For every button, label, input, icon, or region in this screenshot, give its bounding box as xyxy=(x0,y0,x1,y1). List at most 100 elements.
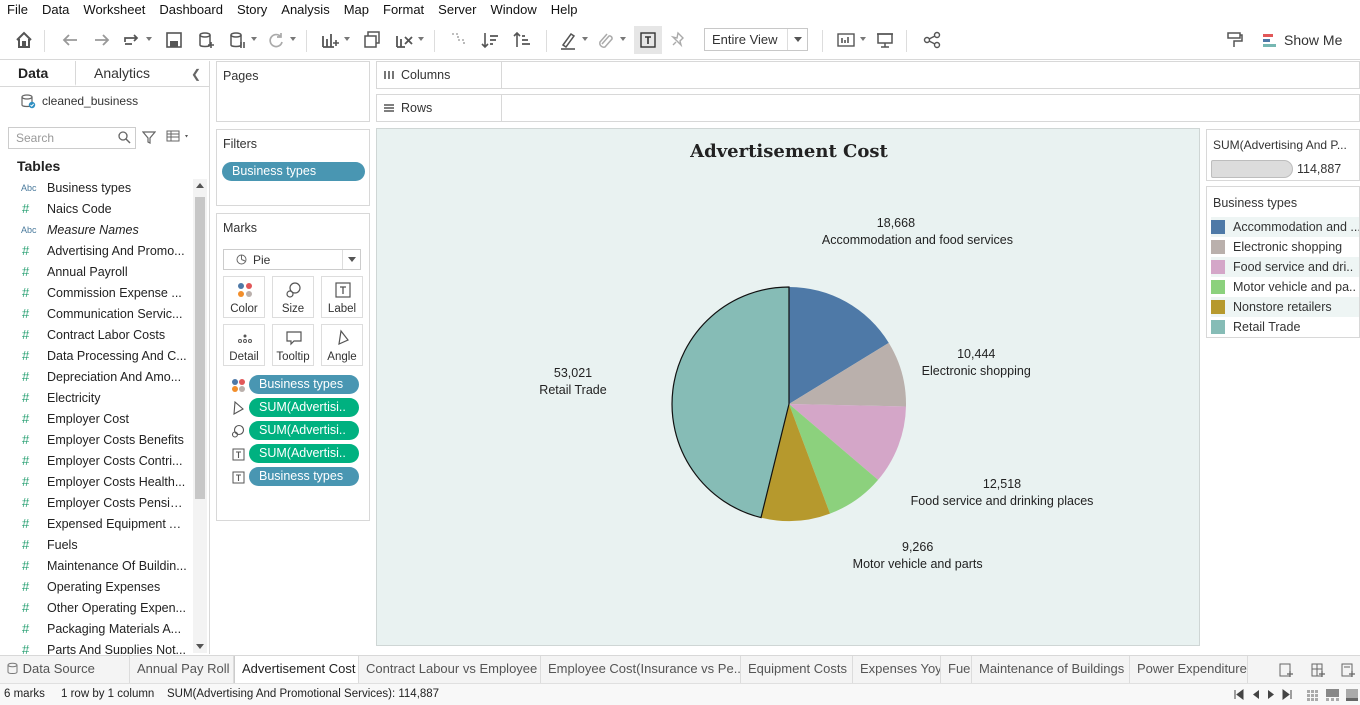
menu-item-story[interactable]: Story xyxy=(230,0,274,20)
field-item[interactable]: # Employer Cost xyxy=(0,408,193,429)
filters-card[interactable]: Filters Business types xyxy=(216,129,370,206)
field-item[interactable]: # Naics Code xyxy=(0,198,193,219)
home-icon[interactable] xyxy=(12,28,36,52)
filter-pill-business-types[interactable]: Business types xyxy=(222,162,365,181)
share-icon[interactable] xyxy=(920,28,944,52)
redo-icon[interactable] xyxy=(90,28,114,52)
pages-card[interactable]: Pages xyxy=(216,61,370,122)
field-item[interactable]: Abc Measure Names xyxy=(0,219,193,240)
sheet-tab[interactable]: Contract Labour vs Employee xyxy=(359,656,541,683)
swap-icon[interactable] xyxy=(446,28,470,52)
color-legend[interactable]: Business types Accommodation and ... Elec… xyxy=(1206,186,1360,338)
field-item[interactable]: # Data Processing And C... xyxy=(0,345,193,366)
last-sheet-icon[interactable] xyxy=(1282,689,1292,700)
menu-item-dashboard[interactable]: Dashboard xyxy=(152,0,230,20)
field-item[interactable]: # Commission Expense ... xyxy=(0,282,193,303)
rows-shelf[interactable]: Rows xyxy=(376,94,1360,122)
pause-updates-icon[interactable] xyxy=(225,28,257,52)
presentation-icon[interactable] xyxy=(873,28,897,52)
menu-item-file[interactable]: File xyxy=(0,0,35,20)
field-item[interactable]: # Other Operating Expen... xyxy=(0,597,193,618)
angle-button[interactable]: Angle xyxy=(321,324,363,366)
field-item[interactable]: # Fuels xyxy=(0,534,193,555)
tab-data-source[interactable]: Data Source xyxy=(0,656,130,683)
next-sheet-icon[interactable] xyxy=(1266,689,1276,700)
new-worksheet-icon[interactable] xyxy=(1276,660,1296,680)
filter-icon[interactable] xyxy=(142,130,156,144)
legend-item[interactable]: Food service and dri.. xyxy=(1211,257,1359,277)
sort-ascending-icon[interactable] xyxy=(478,28,502,52)
menu-item-data[interactable]: Data xyxy=(35,0,76,20)
field-item[interactable]: # Contract Labor Costs xyxy=(0,324,193,345)
legend-item[interactable]: Motor vehicle and pa.. xyxy=(1211,277,1359,297)
sheet-tab[interactable]: Equipment Costs xyxy=(741,656,853,683)
legend-item[interactable]: Nonstore retailers xyxy=(1211,297,1359,317)
field-item[interactable]: # Employer Costs Benefits xyxy=(0,429,193,450)
sheet-tab[interactable]: Expenses Yoy xyxy=(853,656,941,683)
new-worksheet-icon[interactable] xyxy=(318,28,350,52)
prev-sheet-icon[interactable] xyxy=(1251,689,1261,700)
view-data-icon[interactable] xyxy=(166,130,190,142)
collapse-pane-icon[interactable]: ❮ xyxy=(191,67,201,81)
field-list-scrollbar[interactable] xyxy=(193,179,207,653)
tab-analytics[interactable]: Analytics xyxy=(76,61,168,86)
group-icon[interactable] xyxy=(594,28,626,52)
sort-descending-icon[interactable] xyxy=(510,28,534,52)
color-button[interactable]: Color xyxy=(223,276,265,318)
new-dashboard-icon[interactable] xyxy=(1308,660,1328,680)
replay-icon[interactable] xyxy=(120,28,152,52)
legend-item[interactable]: Retail Trade xyxy=(1211,317,1359,337)
field-item[interactable]: # Advertising And Promo... xyxy=(0,240,193,261)
mark-type-dropdown[interactable]: Pie xyxy=(223,249,361,270)
field-item[interactable]: # Employer Costs Contri... xyxy=(0,450,193,471)
field-item[interactable]: # Electricity xyxy=(0,387,193,408)
menu-item-map[interactable]: Map xyxy=(337,0,376,20)
field-item[interactable]: # Operating Expenses xyxy=(0,576,193,597)
search-input[interactable]: Search xyxy=(8,127,136,149)
menu-item-analysis[interactable]: Analysis xyxy=(274,0,336,20)
legend-item[interactable]: Electronic shopping xyxy=(1211,237,1359,257)
save-icon[interactable] xyxy=(162,28,186,52)
size-legend[interactable]: SUM(Advertising And P... 114,887 xyxy=(1206,129,1360,181)
menu-item-server[interactable]: Server xyxy=(431,0,483,20)
size-button[interactable]: Size xyxy=(272,276,314,318)
tab-data[interactable]: Data xyxy=(0,61,76,86)
legend-item[interactable]: Accommodation and ... xyxy=(1211,217,1359,237)
viz-area[interactable]: Advertisement Cost 18,668 Accommodation a… xyxy=(376,128,1200,646)
columns-shelf[interactable]: Columns xyxy=(376,61,1360,89)
field-item[interactable]: # Employer Costs Pensio... xyxy=(0,492,193,513)
fix-axes-icon[interactable] xyxy=(666,28,690,52)
highlight-icon[interactable] xyxy=(556,28,588,52)
menu-item-worksheet[interactable]: Worksheet xyxy=(76,0,152,20)
show-labels-icon[interactable] xyxy=(634,26,662,54)
marks-pill-business-types-color[interactable]: Business types xyxy=(249,375,359,394)
sheet-tab[interactable]: Fuel xyxy=(941,656,972,683)
field-item[interactable]: # Parts And Supplies Not... xyxy=(0,639,193,654)
field-item[interactable]: # Employer Costs Health... xyxy=(0,471,193,492)
detail-button[interactable]: Detail xyxy=(223,324,265,366)
sheet-tab[interactable]: Advertisement Cost xyxy=(234,656,359,683)
field-item[interactable]: # Depreciation And Amo... xyxy=(0,366,193,387)
marks-pill-sum-advertising-size[interactable]: SUM(Advertisi.. xyxy=(249,421,359,440)
tooltip-button[interactable]: Tooltip xyxy=(272,324,314,366)
clear-sheet-icon[interactable] xyxy=(392,28,424,52)
datasource-item[interactable]: cleaned_business xyxy=(0,87,209,115)
sheet-tab[interactable]: Power Expenditure xyxy=(1130,656,1248,683)
sheet-tab[interactable]: Employee Cost(Insurance vs Pe... xyxy=(541,656,741,683)
show-me-button[interactable]: Show Me xyxy=(1262,28,1342,52)
field-item[interactable]: Abc Business types xyxy=(0,177,193,198)
tabs-view-icon[interactable] xyxy=(1346,689,1358,701)
first-sheet-icon[interactable] xyxy=(1234,689,1244,700)
menu-item-help[interactable]: Help xyxy=(544,0,585,20)
menu-item-format[interactable]: Format xyxy=(376,0,431,20)
label-button[interactable]: Label xyxy=(321,276,363,318)
show-cards-icon[interactable] xyxy=(834,28,866,52)
format-painter-icon[interactable] xyxy=(1222,28,1246,52)
field-item[interactable]: # Communication Servic... xyxy=(0,303,193,324)
field-item[interactable]: # Packaging Materials A... xyxy=(0,618,193,639)
sheet-tab[interactable]: Maintenance of Buildings xyxy=(972,656,1130,683)
refresh-icon[interactable] xyxy=(264,28,296,52)
view-mode-dropdown[interactable]: Entire View xyxy=(704,28,808,51)
marks-pill-business-types-label[interactable]: Business types xyxy=(249,467,359,486)
filmstrip-view-icon[interactable] xyxy=(1326,689,1339,701)
